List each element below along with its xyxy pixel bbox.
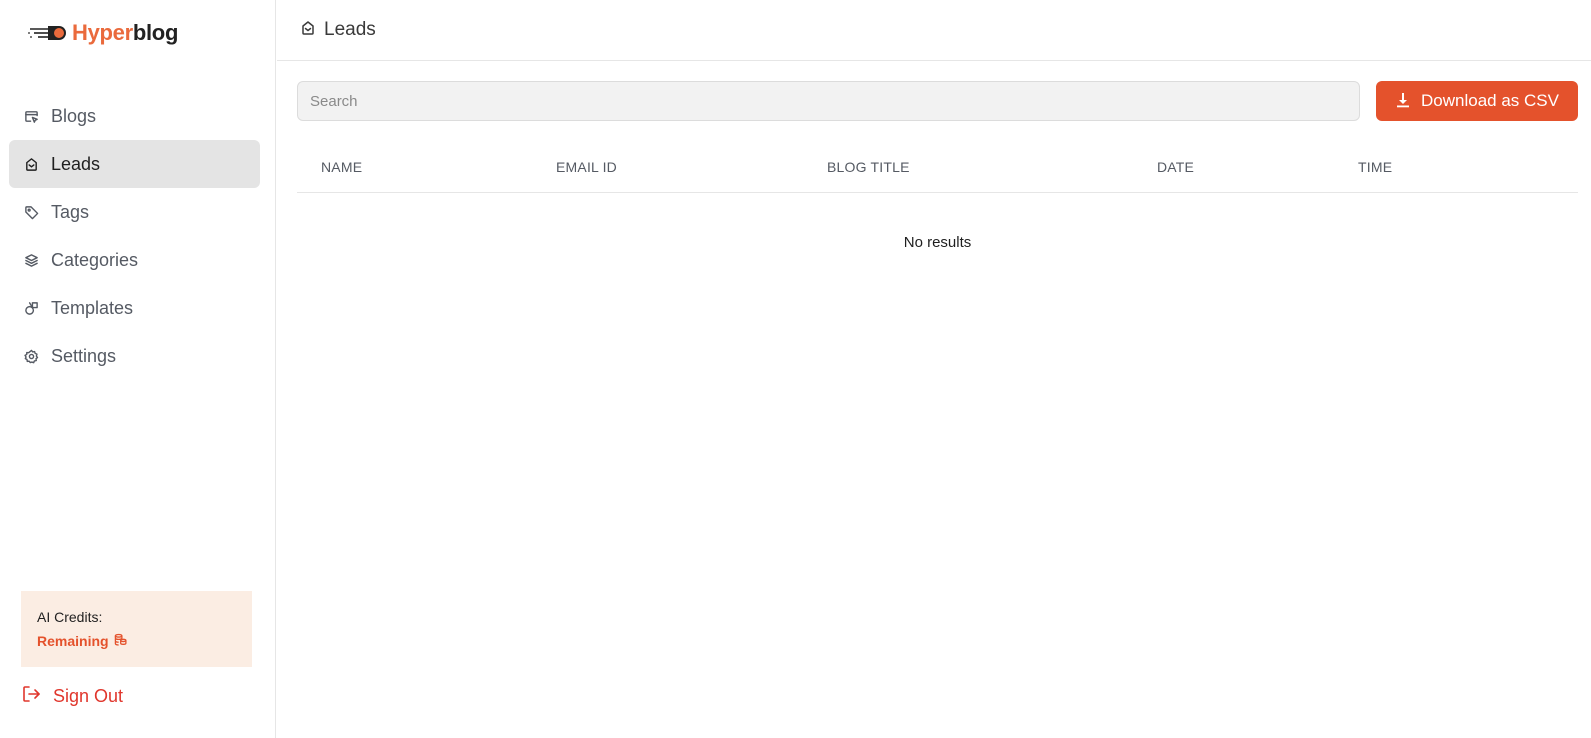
sidebar-item-label: Categories <box>51 249 139 270</box>
main-content: Leads Download as CSV NAME EMAIL ID BLOG… <box>277 0 1591 738</box>
sidebar-item-label: Leads <box>51 153 101 174</box>
table-header: NAME EMAIL ID BLOG TITLE DATE TIME <box>297 145 1578 193</box>
page-header: Leads <box>277 0 1591 61</box>
templates-icon <box>23 300 39 316</box>
ai-credits-card: AI Credits: Remaining <box>21 591 252 667</box>
search-input[interactable] <box>297 81 1360 121</box>
logo-text: Hyperblog <box>72 20 178 46</box>
empty-state-text: No results <box>903 234 972 251</box>
logo-text-part1: Hyper <box>72 20 133 45</box>
sidebar-item-label: Tags <box>51 201 90 222</box>
leads-icon <box>23 156 39 172</box>
sidebar-item-tags[interactable]: Tags <box>9 188 260 236</box>
sidebar-item-blogs[interactable]: Blogs <box>9 92 260 140</box>
sidebar: Hyperblog Blogs Leads Tags Categories Te… <box>0 0 276 738</box>
column-header-blog-title[interactable]: BLOG TITLE <box>827 159 910 175</box>
sidebar-item-label: Templates <box>51 297 134 318</box>
sign-out-label: Sign Out <box>53 686 124 706</box>
download-csv-button[interactable]: Download as CSV <box>1376 81 1578 121</box>
sign-out-button[interactable]: Sign Out <box>21 684 123 709</box>
layers-icon <box>23 252 39 268</box>
sidebar-item-templates[interactable]: Templates <box>9 284 260 332</box>
sidebar-item-label: Settings <box>51 345 117 366</box>
sidebar-item-categories[interactable]: Categories <box>9 236 260 284</box>
tag-icon <box>23 204 39 220</box>
sidebar-item-label: Blogs <box>51 105 97 126</box>
ai-credits-title: AI Credits: <box>37 609 103 625</box>
sidebar-item-settings[interactable]: Settings <box>9 332 260 380</box>
ai-credits-remaining-label: Remaining <box>37 633 109 649</box>
sign-out-icon <box>21 684 41 709</box>
column-header-name[interactable]: NAME <box>321 159 362 175</box>
column-header-date[interactable]: DATE <box>1157 159 1194 175</box>
blogs-icon <box>23 108 39 124</box>
sidebar-nav: Blogs Leads Tags Categories Templates Se… <box>9 92 260 380</box>
logo-mark-icon <box>28 23 70 43</box>
app-root: Hyperblog Blogs Leads Tags Categories Te… <box>0 0 1591 738</box>
download-icon <box>1395 92 1411 111</box>
gear-icon <box>23 348 39 364</box>
sidebar-item-leads[interactable]: Leads <box>9 140 260 188</box>
page-title: Leads <box>324 19 376 40</box>
leads-icon <box>300 20 316 41</box>
column-header-time[interactable]: TIME <box>1358 159 1392 175</box>
column-header-email[interactable]: EMAIL ID <box>556 159 617 175</box>
logo-text-part2: blog <box>132 20 179 45</box>
logo[interactable]: Hyperblog <box>28 18 178 48</box>
coins-icon <box>109 633 127 649</box>
ai-credits-remaining: Remaining <box>37 633 236 649</box>
download-csv-label: Download as CSV <box>1421 91 1559 110</box>
